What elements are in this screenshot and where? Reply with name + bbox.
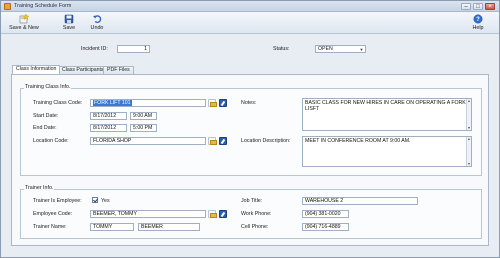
- class-code-field[interactable]: FORK LIFT 101: [90, 99, 206, 107]
- maximize-button[interactable]: □: [473, 3, 483, 10]
- save-button[interactable]: Save: [61, 14, 77, 33]
- help-button[interactable]: ? Help: [469, 14, 487, 33]
- svg-text:?: ?: [476, 17, 480, 23]
- folder-icon[interactable]: [208, 99, 217, 107]
- location-description-scrollbar[interactable]: ▲ ▼: [466, 137, 471, 166]
- undo-label: Undo: [90, 25, 104, 31]
- location-description-value: MEET IN CONFERENCE ROOM AT 9:00 AM.: [305, 138, 411, 144]
- save-label: Save: [62, 25, 76, 31]
- close-button[interactable]: ×: [485, 3, 495, 10]
- location-description-textarea[interactable]: MEET IN CONFERENCE ROOM AT 9:00 AM. ▲ ▼: [302, 136, 472, 167]
- work-phone-label: Work Phone:: [241, 211, 272, 217]
- training-class-group-title: Training Class Info.: [24, 84, 72, 90]
- start-date-label: Start Date:: [33, 113, 59, 119]
- start-time-field[interactable]: 9:00 AM: [130, 112, 157, 120]
- folder-icon[interactable]: [208, 210, 217, 218]
- class-code-value: FORK LIFT 101: [93, 100, 132, 106]
- employee-code-field[interactable]: BEEMER, TOMMY: [90, 210, 206, 218]
- trainer-is-employee-checkbox[interactable]: [92, 197, 98, 203]
- tab-class-information[interactable]: Class Information: [12, 65, 61, 74]
- job-title-field[interactable]: WAREHOUSE 2: [302, 197, 418, 205]
- title-bar: Training Schedule Form – □ ×: [1, 1, 499, 12]
- cell-phone-label: Cell Phone:: [241, 224, 269, 230]
- status-value: OPEN: [318, 46, 333, 52]
- end-time-field[interactable]: 5:00 PM: [130, 124, 157, 132]
- save-new-button[interactable]: Save & New: [9, 13, 39, 33]
- edit-pencil-icon[interactable]: [219, 210, 227, 218]
- help-label: Help: [472, 25, 484, 31]
- help-question-icon: ?: [473, 14, 483, 24]
- trainer-last-name-field[interactable]: BEEMER: [138, 223, 200, 231]
- notes-scrollbar[interactable]: ▲ ▼: [466, 99, 471, 130]
- trainer-group-title: Trainer Info.: [24, 185, 55, 191]
- window-title: Training Schedule Form: [14, 3, 72, 9]
- incident-id-label: Incident ID:: [81, 46, 108, 52]
- floppy-disk-icon: [64, 14, 74, 24]
- form-icon: [4, 3, 11, 10]
- scroll-down-icon[interactable]: ▼: [467, 162, 471, 166]
- work-phone-field[interactable]: (904) 381-0020: [302, 210, 349, 218]
- tab-class-participants[interactable]: Class Participants: [58, 66, 108, 74]
- save-new-label: Save & New: [9, 25, 39, 31]
- location-description-label: Location Description:: [241, 138, 291, 144]
- trainer-is-employee-value: Yes: [101, 198, 110, 204]
- location-code-label: Location Code:: [33, 138, 69, 144]
- scroll-down-icon[interactable]: ▼: [467, 126, 471, 130]
- end-date-field[interactable]: 8/17/2012: [90, 124, 127, 132]
- notes-textarea[interactable]: BASIC CLASS FOR NEW HIRES IN CARE ON OPE…: [302, 98, 472, 131]
- scroll-up-icon[interactable]: ▲: [467, 137, 471, 141]
- status-dropdown[interactable]: OPEN ▼: [315, 45, 366, 53]
- incident-id-field[interactable]: 1: [117, 45, 150, 53]
- trainer-first-name-field[interactable]: TOMMY: [90, 223, 134, 231]
- minimize-button[interactable]: –: [461, 3, 471, 10]
- undo-button[interactable]: Undo: [88, 14, 106, 33]
- chevron-down-icon: ▼: [359, 47, 364, 52]
- end-date-label: End Date:: [33, 125, 57, 131]
- trainer-name-label: Trainer Name:: [33, 224, 67, 230]
- status-label: Status:: [273, 46, 290, 52]
- cell-phone-field[interactable]: (904) 716-4889: [302, 223, 349, 231]
- employee-code-label: Employee Code:: [33, 211, 73, 217]
- undo-arrow-icon: [92, 14, 102, 24]
- edit-pencil-icon[interactable]: [219, 99, 227, 107]
- edit-pencil-icon[interactable]: [219, 137, 227, 145]
- save-new-icon: [19, 13, 30, 24]
- folder-icon[interactable]: [208, 137, 217, 145]
- start-date-field[interactable]: 8/17/2012: [90, 112, 127, 120]
- toolbar: Save & New Save Undo ? Help: [1, 12, 499, 34]
- trainer-is-employee-label: Trainer Is Employee:: [33, 198, 82, 204]
- notes-label: Notes:: [241, 100, 257, 106]
- notes-value: BASIC CLASS FOR NEW HIRES IN CARE ON OPE…: [305, 100, 466, 112]
- scroll-up-icon[interactable]: ▲: [467, 99, 471, 103]
- job-title-label: Job Title:: [241, 198, 263, 204]
- tab-pdf-files[interactable]: PDF Files: [103, 66, 134, 74]
- class-code-label: Training Class Code:: [33, 100, 83, 106]
- location-code-field[interactable]: FLORIDA SHOP: [90, 137, 206, 145]
